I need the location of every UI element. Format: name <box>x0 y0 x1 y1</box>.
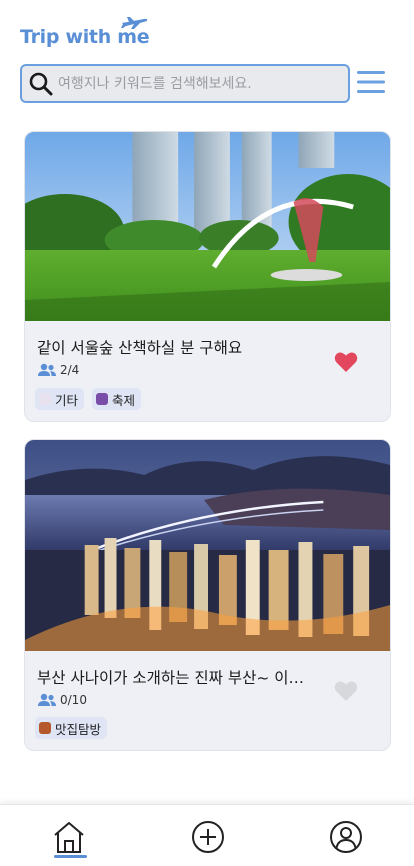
active-tab-indicator <box>54 855 87 858</box>
tag-label: 기타 <box>55 392 79 408</box>
people-icon <box>38 363 56 376</box>
post-image <box>25 132 390 321</box>
member-count-text: 0/10 <box>60 693 87 707</box>
food-icon <box>39 722 51 734</box>
people-icon <box>38 693 56 706</box>
tag-label: 맛집탐방 <box>55 721 102 737</box>
plus-circle-icon[interactable] <box>190 819 226 855</box>
airplane-icon <box>121 17 148 29</box>
user-icon[interactable] <box>328 819 364 855</box>
tag-other-icon <box>39 393 51 405</box>
member-count: 0/10 <box>37 693 87 707</box>
tag-label: 축제 <box>112 392 136 408</box>
tag-list: 기타 축제 <box>35 388 142 410</box>
bottom-nav <box>0 804 414 866</box>
hamburger-menu-icon[interactable] <box>356 68 386 96</box>
header: Trip with me <box>0 0 414 120</box>
search-bar[interactable] <box>20 64 350 103</box>
home-icon[interactable] <box>51 819 87 855</box>
festival-icon <box>96 393 109 405</box>
tag-chip[interactable]: 축제 <box>92 388 142 410</box>
member-count-text: 2/4 <box>60 363 80 377</box>
heart-icon[interactable] <box>334 351 358 373</box>
search-icon[interactable] <box>28 71 54 97</box>
post-title[interactable]: 부산 사나이가 소개하는 진짜 부산~ 이… <box>37 666 327 688</box>
post-card[interactable]: 같이 서울숲 산책하실 분 구해요 2/4 기타 축제 <box>24 131 391 422</box>
post-title[interactable]: 같이 서울숲 산책하실 분 구해요 <box>37 336 327 358</box>
member-count: 2/4 <box>37 363 79 377</box>
tag-chip[interactable]: 맛집탐방 <box>35 717 108 739</box>
post-image <box>25 440 390 651</box>
heart-icon[interactable] <box>334 680 358 702</box>
tag-list: 맛집탐방 <box>35 717 108 739</box>
search-input[interactable] <box>58 75 338 92</box>
tag-chip[interactable]: 기타 <box>35 388 85 410</box>
post-card[interactable]: 부산 사나이가 소개하는 진짜 부산~ 이… 0/10 맛집탐방 <box>24 439 391 751</box>
